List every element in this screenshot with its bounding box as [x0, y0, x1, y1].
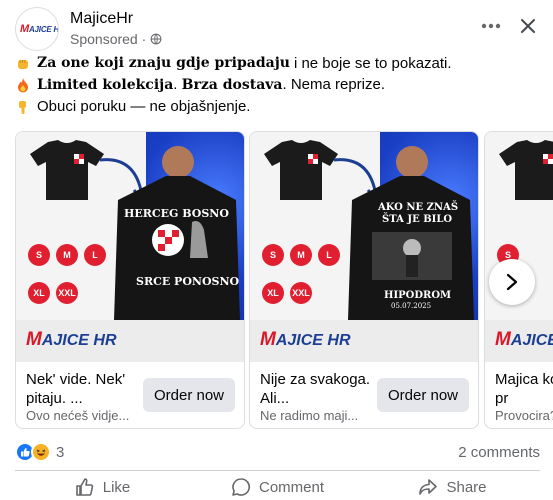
- comment-button[interactable]: Comment: [190, 473, 365, 500]
- size-tag-m: M: [290, 244, 312, 266]
- tshirt-front-illustration: [499, 140, 553, 200]
- card-1-description: Ovo nećeš vidje...: [26, 408, 130, 423]
- like-label: Like: [102, 478, 131, 496]
- sponsored-label: Sponsored ·: [70, 31, 162, 47]
- post-text-sep-2: .: [173, 76, 178, 93]
- size-tag-l: L: [84, 244, 106, 266]
- thumbs-up-icon: [75, 478, 93, 496]
- page-avatar[interactable]: MAJICE HR: [15, 7, 59, 51]
- comment-label: Comment: [258, 478, 325, 496]
- card-3-footer: Majica ko nećeš pr Provocira?...: [485, 362, 553, 428]
- post-text-rest-1: i ne boje se to pokazati.: [293, 55, 452, 72]
- tshirt-front-illustration: [264, 140, 338, 200]
- post-action-bar: Like Comment Share: [15, 473, 540, 500]
- close-icon: [521, 19, 535, 33]
- card-1-title[interactable]: Nek' vide. Nek' pitaju. ...: [26, 370, 141, 408]
- pointing-down-emoji-icon: [19, 100, 26, 114]
- card-1-shirt-top-text: HERCEG BOSNO: [124, 207, 229, 220]
- card-1-shirt-bottom-text: SRCE PONOSNO: [136, 275, 240, 288]
- carousel-card-1[interactable]: HERCEG BOSNO SRCE PONOSNO S M L XL XXL M…: [15, 131, 245, 429]
- post-text-rest-2: . Nema reprize.: [282, 76, 386, 93]
- card-3-title[interactable]: Majica ko nećeš pr: [495, 370, 553, 408]
- size-tag-xxl: XXL: [290, 282, 312, 304]
- more-options-button[interactable]: [475, 10, 507, 42]
- size-tag-m: M: [56, 244, 78, 266]
- comments-count[interactable]: 2 comments: [458, 444, 540, 461]
- post-text: Za one koji znaju gdje pripadaju i ne bo…: [15, 53, 535, 117]
- reactions-summary: 3 2 comments: [15, 441, 540, 463]
- card-2-description: Ne radimo maji...: [260, 408, 359, 423]
- fist-emoji-icon: [18, 59, 28, 69]
- card-1-footer: Nek' vide. Nek' pitaju. ... Ovo nećeš vi…: [16, 362, 244, 428]
- share-button[interactable]: Share: [365, 473, 540, 500]
- size-tag-xl: XL: [28, 282, 50, 304]
- share-icon: [419, 479, 438, 495]
- size-tag-xl: XL: [262, 282, 284, 304]
- post-text-bold-2: Limited kolekcija: [37, 77, 174, 93]
- card-2-shirt-bottom-text: HIPODROM: [384, 290, 452, 301]
- carousel-next-button[interactable]: [489, 259, 535, 305]
- carousel-card-2[interactable]: AKO NE ZNAŠ ŠTA JE BILO HIPODROM 05.07.2…: [249, 131, 479, 429]
- brand-logo: MAJICE HR: [495, 329, 553, 350]
- post-text-bold-1: Za one koji znaju gdje pripadaju: [37, 55, 290, 71]
- card-1-image[interactable]: HERCEG BOSNO SRCE PONOSNO S M L XL XXL M…: [16, 132, 244, 362]
- sponsored-text: Sponsored ·: [70, 31, 147, 47]
- card-2-footer: Nije za svakoga. Ali... Ne radimo maji..…: [250, 362, 478, 428]
- haha-reaction-icon: [31, 442, 51, 462]
- card-2-shirt-top-text: AKO NE ZNAŠ: [378, 202, 459, 213]
- order-now-button[interactable]: Order now: [143, 378, 235, 412]
- man-back-shirt-illustration: [114, 146, 240, 320]
- page-name[interactable]: MajiceHr: [70, 10, 133, 28]
- card-2-image[interactable]: AKO NE ZNAŠ ŠTA JE BILO HIPODROM 05.07.2…: [250, 132, 478, 362]
- card-2-shirt-top-text-2: ŠTA JE BILO: [382, 214, 453, 225]
- brand-logo: MAJICE HR: [26, 329, 117, 350]
- comment-icon: [232, 478, 250, 496]
- divider: [15, 470, 540, 471]
- tshirt-front-illustration: [30, 140, 104, 200]
- post-text-rest-3: Obuci poruku — ne objašnjenje.: [37, 98, 251, 115]
- sponsored-post: MAJICE HR MajiceHr Sponsored · Za one ko…: [0, 0, 553, 500]
- more-horizontal-icon: [481, 23, 501, 29]
- card-2-title[interactable]: Nije za svakoga. Ali...: [260, 370, 375, 408]
- reaction-count[interactable]: 3: [56, 444, 64, 461]
- fire-emoji-icon: [18, 78, 28, 93]
- size-tag-xxl: XXL: [56, 282, 78, 304]
- post-text-line-1: Za one koji znaju gdje pripadaju i ne bo…: [15, 53, 535, 74]
- post-header: MAJICE HR MajiceHr Sponsored ·: [15, 7, 540, 51]
- ad-carousel: HERCEG BOSNO SRCE PONOSNO S M L XL XXL M…: [0, 121, 553, 441]
- share-label: Share: [446, 478, 487, 496]
- chevron-right-icon: [506, 273, 518, 291]
- post-text-line-2: Limited kolekcija. Brza dostava. Nema re…: [15, 74, 535, 96]
- like-button[interactable]: Like: [15, 473, 190, 500]
- size-tag-s: S: [262, 244, 284, 266]
- post-text-line-3: Obuci poruku — ne objašnjenje.: [15, 96, 535, 117]
- avatar-logo: MAJICE HR: [20, 23, 59, 35]
- size-tag-l: L: [318, 244, 340, 266]
- card-3-description: Provocira?...: [495, 408, 553, 423]
- card-3-image[interactable]: S XL MAJICE HR: [485, 132, 553, 362]
- globe-icon: [150, 33, 162, 45]
- reaction-icons[interactable]: [15, 442, 51, 462]
- close-button[interactable]: [512, 10, 544, 42]
- post-text-bold-3: Brza dostava: [181, 77, 283, 93]
- order-now-button[interactable]: Order now: [377, 378, 469, 412]
- brand-logo: MAJICE HR: [260, 329, 351, 350]
- size-tag-s: S: [28, 244, 50, 266]
- card-2-shirt-date: 05.07.2025: [391, 302, 432, 310]
